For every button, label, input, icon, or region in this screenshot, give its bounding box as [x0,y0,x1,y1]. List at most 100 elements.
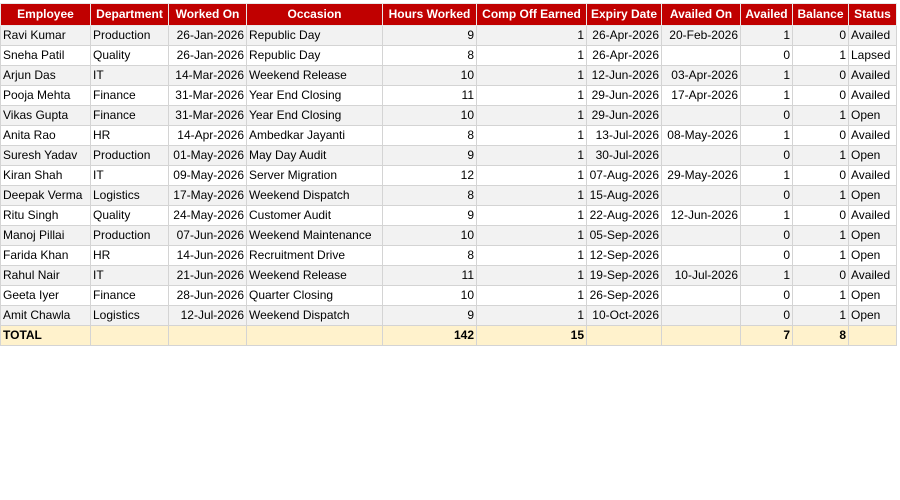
cell-status[interactable]: Availed [848,65,897,86]
header-status[interactable]: Status [848,3,897,26]
header-worked-on[interactable]: Worked On [168,3,247,26]
cell-occasion[interactable]: May Day Audit [246,145,383,166]
cell-expiry-date[interactable]: 07-Aug-2026 [586,165,662,186]
cell-worked-on[interactable]: 24-May-2026 [168,205,247,226]
cell-comp-off-earned[interactable]: 1 [476,265,587,286]
cell-department[interactable]: IT [90,165,169,186]
cell-availed-on[interactable]: 17-Apr-2026 [661,85,741,106]
cell-occasion[interactable]: Weekend Dispatch [246,185,383,206]
cell-status[interactable]: Open [848,225,897,246]
cell-employee[interactable]: Anita Rao [0,125,91,146]
cell-employee[interactable]: Kiran Shah [0,165,91,186]
cell-status[interactable]: Availed [848,165,897,186]
cell-hours-worked[interactable]: 8 [382,245,477,266]
cell-availed[interactable]: 0 [740,45,793,66]
header-balance[interactable]: Balance [792,3,849,26]
cell-hours-worked[interactable]: 11 [382,265,477,286]
header-occasion[interactable]: Occasion [246,3,383,26]
cell-department[interactable]: IT [90,65,169,86]
total-department[interactable] [90,325,169,346]
cell-availed-on[interactable] [661,285,741,306]
cell-availed-on[interactable]: 03-Apr-2026 [661,65,741,86]
cell-comp-off-earned[interactable]: 1 [476,145,587,166]
total-availed[interactable]: 7 [740,325,793,346]
cell-hours-worked[interactable]: 9 [382,25,477,46]
cell-expiry-date[interactable]: 05-Sep-2026 [586,225,662,246]
cell-availed[interactable]: 1 [740,25,793,46]
cell-comp-off-earned[interactable]: 1 [476,165,587,186]
cell-availed[interactable]: 1 [740,85,793,106]
cell-status[interactable]: Open [848,105,897,126]
cell-department[interactable]: Finance [90,85,169,106]
cell-status[interactable]: Availed [848,205,897,226]
cell-balance[interactable]: 1 [792,45,849,66]
cell-department[interactable]: Finance [90,285,169,306]
cell-comp-off-earned[interactable]: 1 [476,25,587,46]
cell-department[interactable]: Production [90,225,169,246]
cell-occasion[interactable]: Year End Closing [246,85,383,106]
cell-availed-on[interactable] [661,105,741,126]
cell-hours-worked[interactable]: 10 [382,285,477,306]
cell-employee[interactable]: Pooja Mehta [0,85,91,106]
cell-comp-off-earned[interactable]: 1 [476,205,587,226]
total-occasion[interactable] [246,325,383,346]
cell-availed[interactable]: 1 [740,205,793,226]
cell-hours-worked[interactable]: 10 [382,225,477,246]
cell-occasion[interactable]: Weekend Maintenance [246,225,383,246]
cell-employee[interactable]: Sneha Patil [0,45,91,66]
total-availed-on[interactable] [661,325,741,346]
cell-employee[interactable]: Ritu Singh [0,205,91,226]
cell-availed-on[interactable]: 08-May-2026 [661,125,741,146]
cell-hours-worked[interactable]: 12 [382,165,477,186]
cell-status[interactable]: Availed [848,125,897,146]
cell-status[interactable]: Open [848,145,897,166]
cell-comp-off-earned[interactable]: 1 [476,45,587,66]
header-department[interactable]: Department [90,3,169,26]
cell-hours-worked[interactable]: 9 [382,305,477,326]
cell-comp-off-earned[interactable]: 1 [476,105,587,126]
cell-availed[interactable]: 0 [740,185,793,206]
cell-worked-on[interactable]: 26-Jan-2026 [168,45,247,66]
cell-status[interactable]: Availed [848,265,897,286]
cell-availed[interactable]: 0 [740,225,793,246]
cell-department[interactable]: Finance [90,105,169,126]
cell-comp-off-earned[interactable]: 1 [476,85,587,106]
cell-worked-on[interactable]: 01-May-2026 [168,145,247,166]
cell-hours-worked[interactable]: 8 [382,185,477,206]
cell-worked-on[interactable]: 31-Mar-2026 [168,105,247,126]
cell-occasion[interactable]: Republic Day [246,45,383,66]
cell-employee[interactable]: Farida Khan [0,245,91,266]
total-hours-worked[interactable]: 142 [382,325,477,346]
cell-status[interactable]: Open [848,305,897,326]
cell-department[interactable]: Production [90,25,169,46]
cell-occasion[interactable]: Weekend Dispatch [246,305,383,326]
cell-balance[interactable]: 1 [792,305,849,326]
cell-worked-on[interactable]: 26-Jan-2026 [168,25,247,46]
cell-expiry-date[interactable]: 22-Aug-2026 [586,205,662,226]
cell-occasion[interactable]: Republic Day [246,25,383,46]
cell-expiry-date[interactable]: 13-Jul-2026 [586,125,662,146]
cell-hours-worked[interactable]: 10 [382,105,477,126]
cell-balance[interactable]: 1 [792,105,849,126]
total-worked-on[interactable] [168,325,247,346]
cell-employee[interactable]: Arjun Das [0,65,91,86]
cell-balance[interactable]: 0 [792,25,849,46]
cell-status[interactable]: Lapsed [848,45,897,66]
cell-employee[interactable]: Deepak Verma [0,185,91,206]
cell-availed-on[interactable]: 12-Jun-2026 [661,205,741,226]
cell-hours-worked[interactable]: 8 [382,125,477,146]
cell-employee[interactable]: Amit Chawla [0,305,91,326]
header-expiry-date[interactable]: Expiry Date [586,3,662,26]
header-comp-off-earned[interactable]: Comp Off Earned [476,3,587,26]
cell-balance[interactable]: 1 [792,145,849,166]
cell-employee[interactable]: Rahul Nair [0,265,91,286]
cell-worked-on[interactable]: 17-May-2026 [168,185,247,206]
cell-availed-on[interactable] [661,245,741,266]
cell-department[interactable]: Quality [90,205,169,226]
cell-worked-on[interactable]: 14-Jun-2026 [168,245,247,266]
cell-worked-on[interactable]: 21-Jun-2026 [168,265,247,286]
cell-occasion[interactable]: Weekend Release [246,65,383,86]
cell-employee[interactable]: Geeta Iyer [0,285,91,306]
cell-department[interactable]: HR [90,245,169,266]
cell-employee[interactable]: Suresh Yadav [0,145,91,166]
